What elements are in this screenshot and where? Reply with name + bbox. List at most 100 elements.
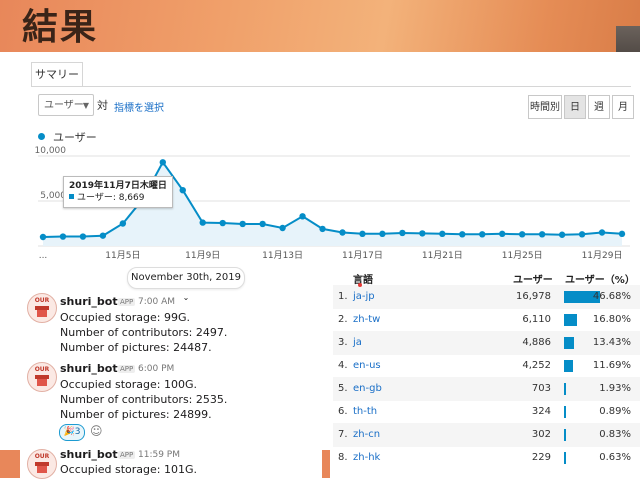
share-bar (564, 383, 566, 395)
avatar-base (37, 466, 47, 473)
chart-point[interactable] (319, 225, 326, 233)
column-header-users-percent[interactable]: ユーザー（%） (565, 271, 635, 286)
row-percent: 13.43% (592, 337, 631, 348)
message-line: Occupied storage: 101G. (60, 463, 198, 476)
legend-dot-icon (38, 133, 45, 140)
row-users: 6,110 (522, 314, 551, 325)
language-link[interactable]: en-gb (353, 383, 382, 394)
chevron-down-icon: ⌄ (182, 293, 190, 302)
avatar-base (37, 310, 47, 317)
chart-point[interactable] (259, 220, 266, 228)
table-row: 5. en-gb 703 1.93% (333, 377, 640, 401)
row-users: 4,252 (522, 360, 551, 371)
row-users: 4,886 (522, 337, 551, 348)
chart-point[interactable] (179, 187, 186, 194)
column-header-users[interactable]: ユーザー (513, 271, 553, 286)
chart-point[interactable] (598, 229, 606, 236)
chart-point[interactable] (59, 233, 67, 240)
message-timestamp[interactable]: 11:59 PM (138, 450, 180, 460)
chart-point[interactable] (339, 229, 346, 236)
language-link[interactable]: zh-hk (353, 452, 380, 463)
period-month-button[interactable]: 月 (612, 95, 634, 119)
chart-point[interactable] (39, 233, 47, 241)
bot-avatar[interactable]: OUR (27, 449, 57, 479)
message-line: Number of pictures: 24899. (60, 408, 212, 421)
x-tick-label: 11月17日 (342, 250, 383, 261)
versus-label: 対 (97, 99, 108, 112)
message-line: Number of pictures: 24487. (60, 341, 212, 354)
row-percent: 11.69% (592, 360, 631, 371)
share-bar (564, 360, 573, 372)
language-link[interactable]: zh-tw (353, 314, 380, 325)
language-link[interactable]: th-th (353, 406, 377, 417)
reaction-button[interactable]: 🎉3 (59, 424, 85, 441)
tooltip-series-swatch (69, 194, 74, 199)
message-line: Number of contributors: 2497. (60, 326, 228, 339)
chart-point[interactable] (479, 231, 486, 238)
tooltip-value: ユーザー: 8,669 (77, 193, 145, 203)
period-hourly-button[interactable]: 時間別 (528, 95, 562, 119)
chart-point[interactable] (379, 230, 386, 238)
chart-point[interactable] (359, 230, 366, 238)
row-rank: 8. (338, 452, 348, 463)
message-username[interactable]: shuri_bot (60, 295, 118, 308)
message-username[interactable]: shuri_bot (60, 362, 118, 375)
row-rank: 2. (338, 314, 348, 325)
add-reaction-icon[interactable]: ☺ (90, 424, 103, 438)
presentation-banner: 結果 (0, 0, 640, 52)
bot-avatar[interactable]: OUR (27, 362, 57, 392)
table-row: 2. zh-tw 6,110 16.80% (333, 308, 640, 332)
chart-point[interactable] (219, 219, 226, 227)
share-bar (564, 406, 566, 418)
reaction-count: 3 (74, 427, 81, 437)
message-username[interactable]: shuri_bot (60, 448, 118, 461)
chart-point[interactable] (459, 231, 466, 238)
row-rank: 4. (338, 360, 348, 371)
chart-point[interactable] (578, 231, 586, 238)
x-tick-label: 11月21日 (422, 250, 463, 261)
row-percent: 0.89% (599, 406, 631, 417)
chart-point[interactable] (299, 213, 306, 220)
metric-dropdown[interactable]: ユーザー ▼ (38, 94, 94, 116)
chart-point[interactable] (239, 220, 246, 228)
chart-point[interactable] (439, 230, 446, 238)
chart-point[interactable] (618, 230, 626, 238)
period-day-button[interactable]: 日 (564, 95, 586, 119)
choose-metric-link[interactable]: 指標を選択 (114, 99, 164, 114)
chart-point[interactable] (199, 219, 206, 226)
table-row: 4. en-us 4,252 11.69% (333, 354, 640, 378)
chart-point[interactable] (119, 220, 127, 227)
chart-point[interactable] (399, 229, 406, 237)
chart-point[interactable] (518, 231, 526, 238)
share-bar (564, 337, 575, 349)
bot-avatar[interactable]: OUR (27, 293, 57, 323)
party-icon: 🎉 (63, 427, 75, 437)
language-link[interactable]: en-us (353, 360, 381, 371)
period-week-button[interactable]: 週 (588, 95, 610, 119)
date-divider-pill[interactable]: November 30th, 2019 ⌄ (127, 267, 245, 302)
chart-point[interactable] (279, 224, 286, 232)
language-link[interactable]: zh-cn (353, 429, 380, 440)
chart-point[interactable] (99, 232, 107, 239)
message-timestamp[interactable]: 7:00 AM (138, 297, 175, 307)
date-divider-label: November 30th, 2019 (131, 272, 241, 283)
row-percent: 1.93% (599, 383, 631, 394)
chart-point[interactable] (538, 231, 546, 238)
row-users: 324 (531, 406, 551, 417)
row-rank: 1. (338, 291, 348, 302)
chart-point[interactable] (79, 233, 87, 240)
chart-point[interactable] (499, 230, 506, 238)
x-tick-label: 11月29日 (582, 250, 623, 261)
column-header-language[interactable]: 言語 (353, 271, 373, 286)
language-link[interactable]: ja (353, 337, 362, 348)
chart-point[interactable] (558, 231, 566, 238)
chart-point[interactable] (159, 159, 166, 166)
chart-point[interactable] (419, 230, 426, 237)
table-row: 3. ja 4,886 13.43% (333, 331, 640, 355)
app-badge: APP (118, 298, 136, 306)
avatar-text: OUR (34, 297, 50, 304)
app-badge: APP (118, 365, 136, 373)
message-timestamp[interactable]: 6:00 PM (138, 364, 174, 374)
language-link[interactable]: ja-jp (353, 291, 375, 302)
tab-summary[interactable]: サマリー (31, 62, 83, 87)
